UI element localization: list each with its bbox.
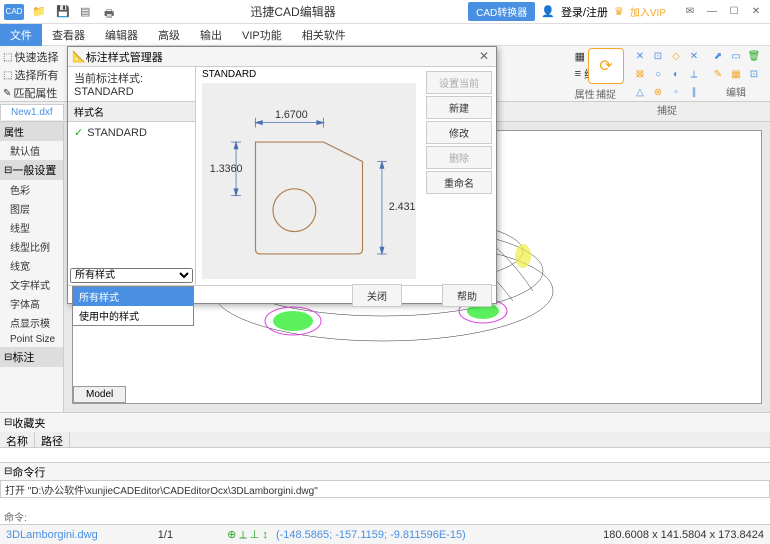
menu-advanced[interactable]: 高级 <box>148 24 190 46</box>
side-pointdisplay[interactable]: 点显示模 <box>0 313 63 332</box>
minimize-button[interactable]: — <box>702 5 722 19</box>
delete-button[interactable]: 删除 <box>426 146 492 169</box>
side-color[interactable]: 色彩 <box>0 180 63 199</box>
default-value: 默认值 <box>0 141 63 160</box>
preview-drawing: 1.6700 1.3360 2.4315 <box>202 83 416 279</box>
user-icon[interactable]: 👤 <box>541 5 555 18</box>
cmdline-header[interactable]: ⊟ 命令行 <box>0 462 770 480</box>
svg-text:1.6700: 1.6700 <box>275 109 308 121</box>
set-current-button[interactable]: 设置当前 <box>426 71 492 94</box>
status-dims: 180.6008 x 141.5804 x 173.8424 <box>597 529 770 541</box>
fav-col-name[interactable]: 名称 <box>0 432 35 447</box>
open-icon[interactable]: 📁 <box>32 5 46 19</box>
favorites-header[interactable]: ⊟ 收藏夹 <box>0 412 770 432</box>
side-lineweight[interactable]: 线宽 <box>0 256 63 275</box>
menu-viewer[interactable]: 查看器 <box>42 24 95 46</box>
snap-arrow-icon: ⟳ <box>599 56 612 76</box>
menubar: 文件 查看器 编辑器 高级 输出 VIP功能 相关软件 <box>0 24 770 46</box>
quick-select-button[interactable]: ⬚ 快速选择 <box>2 48 62 66</box>
maximize-button[interactable]: ☐ <box>724 5 744 19</box>
dropdown-item-used[interactable]: 使用中的样式 <box>73 306 193 325</box>
style-list[interactable]: ✓ STANDARD <box>68 122 195 266</box>
crown-icon: ♛ <box>614 5 624 18</box>
mail-icon[interactable]: ✉ <box>680 5 700 19</box>
menu-related[interactable]: 相关软件 <box>292 24 356 46</box>
close-dialog-button[interactable]: 关闭 <box>352 284 402 307</box>
stack-icon[interactable]: ▤ <box>80 5 94 19</box>
snap-icon-grid[interactable]: ✕⊡◇✕ ⊠○◐⟂ △⊗▫∥ <box>632 48 702 100</box>
save-icon[interactable]: 💾 <box>56 5 70 19</box>
style-list-item[interactable]: ✓ STANDARD <box>70 124 193 141</box>
properties-header[interactable]: 属性 <box>0 122 63 141</box>
model-tab[interactable]: Model <box>73 386 126 403</box>
status-filename: 3DLamborgini.dwg <box>0 529 104 541</box>
match-prop-button[interactable]: ✎ 匹配属性 <box>2 84 62 102</box>
style-filter-select[interactable]: 所有样式 <box>70 268 193 283</box>
status-icons[interactable]: ⊕ ⟂ ⊥ ↕ <box>227 528 268 542</box>
dim-header[interactable]: ⊟ 标注 <box>0 347 63 367</box>
side-pointsize[interactable]: Point Size <box>0 332 63 347</box>
statusbar: 3DLamborgini.dwg 1/1 ⊕ ⟂ ⊥ ↕ (-148.5865;… <box>0 524 770 544</box>
general-header[interactable]: ⊟ 一般设置 <box>0 160 63 180</box>
side-ltscale[interactable]: 线型比例 <box>0 237 63 256</box>
cmdline-output: 打开 "D:\办公软件\xunjieCADEditor\CADEditorOcx… <box>0 480 770 498</box>
vip-link[interactable]: 加入VIP <box>630 4 666 19</box>
app-logo: CAD <box>4 4 24 20</box>
side-textstyle[interactable]: 文字样式 <box>0 275 63 294</box>
cad-convert-button[interactable]: CAD转换器 <box>468 2 535 21</box>
svg-text:2.4315: 2.4315 <box>389 201 416 213</box>
sidebar: 属性 默认值 ⊟ 一般设置 色彩 图层 线型 线型比例 线宽 文字样式 字体高 … <box>0 122 64 412</box>
status-page: 1/1 <box>104 529 227 541</box>
menu-editor[interactable]: 编辑器 <box>95 24 148 46</box>
svg-text:1.3360: 1.3360 <box>210 163 243 175</box>
close-button[interactable]: ✕ <box>746 5 766 19</box>
side-layer[interactable]: 图层 <box>0 199 63 218</box>
modify-button[interactable]: 修改 <box>426 121 492 144</box>
edit-group-label: 编辑 <box>726 84 746 99</box>
dialog-icon: 📐 <box>72 50 86 63</box>
select-all-button[interactable]: ⬚ 选择所有 <box>2 66 62 84</box>
menu-file[interactable]: 文件 <box>0 24 42 46</box>
cmd-prompt[interactable]: 命令: <box>0 508 770 524</box>
fav-col-path[interactable]: 路径 <box>35 432 70 447</box>
status-coords: (-148.5865; -157.1159; -9.811596E-15) <box>268 529 474 541</box>
check-icon: ✓ <box>74 126 83 139</box>
favorites-columns: 名称 路径 <box>0 432 770 448</box>
style-list-header: 样式名 <box>68 101 195 122</box>
snap-button[interactable]: ⟳ <box>588 48 624 84</box>
file-tab[interactable]: New1.dxf <box>0 104 64 120</box>
menu-output[interactable]: 输出 <box>190 24 232 46</box>
login-link[interactable]: 登录/注册 <box>561 4 608 20</box>
side-textheight[interactable]: 字体高 <box>0 294 63 313</box>
new-button[interactable]: 新建 <box>426 96 492 119</box>
dialog-close-button[interactable]: ✕ <box>476 49 492 65</box>
menu-vip[interactable]: VIP功能 <box>232 24 292 46</box>
dropdown-item-all[interactable]: 所有样式 <box>73 287 193 306</box>
help-button[interactable]: 帮助 <box>442 284 492 307</box>
current-style-label: 当前标注样式: STANDARD <box>68 67 195 101</box>
style-preview: STANDARD <box>196 67 422 285</box>
snap-label: 捕捉 <box>596 86 616 101</box>
dialog-title: 标注样式管理器 <box>86 49 476 65</box>
edit-icon-grid[interactable]: ⬈▭🗑 ✎▦⊡ <box>710 48 762 82</box>
side-linetype[interactable]: 线型 <box>0 218 63 237</box>
preview-label: STANDARD <box>202 69 256 80</box>
dimstyle-dialog: 📐 标注样式管理器 ✕ 当前标注样式: STANDARD 样式名 ✓ STAND… <box>67 46 497 304</box>
print-icon[interactable]: 🖶 <box>104 5 118 19</box>
snap-group-label: 捕捉 <box>657 102 677 117</box>
dialog-titlebar[interactable]: 📐 标注样式管理器 ✕ <box>68 47 496 67</box>
app-title: 迅捷CAD编辑器 <box>118 3 468 20</box>
titlebar: CAD 📁 💾 ▤ 🖶 迅捷CAD编辑器 CAD转换器 👤 登录/注册 ♛ 加入… <box>0 0 770 24</box>
style-filter-dropdown: 所有样式 使用中的样式 <box>72 286 194 326</box>
rename-button[interactable]: 重命名 <box>426 171 492 194</box>
